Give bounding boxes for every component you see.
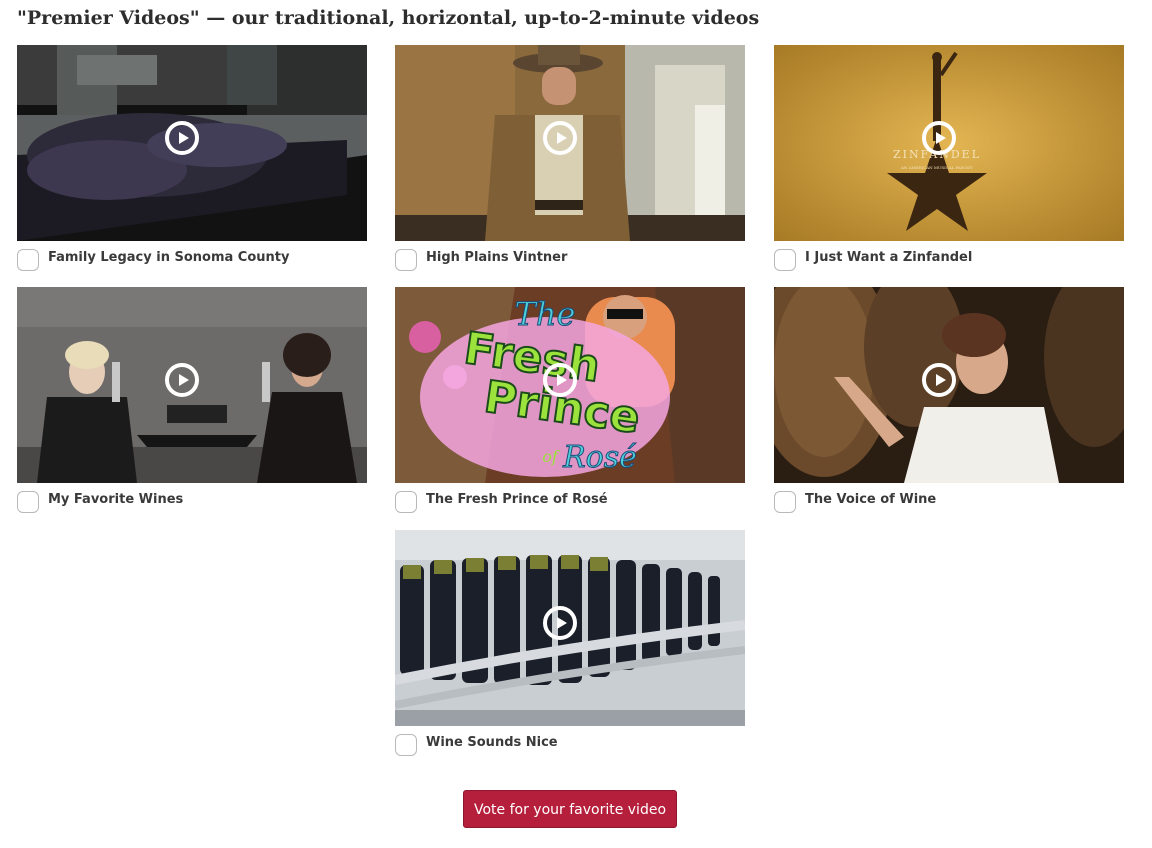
vote-checkbox[interactable]: [395, 734, 417, 756]
video-thumbnail[interactable]: [17, 45, 367, 241]
play-circle-icon[interactable]: [543, 606, 577, 640]
fresh-prince-the: The: [515, 295, 576, 333]
video-title: High Plains Vintner: [426, 250, 568, 265]
vote-checkbox[interactable]: [17, 249, 39, 271]
video-thumbnail[interactable]: [17, 287, 367, 483]
play-circle-icon[interactable]: [922, 121, 956, 155]
video-title: Wine Sounds Nice: [426, 735, 558, 750]
page-title: "Premier Videos" — our traditional, hori…: [17, 7, 760, 29]
video-thumbnail[interactable]: [395, 530, 745, 726]
vote-checkbox[interactable]: [395, 491, 417, 513]
video-title: The Voice of Wine: [805, 492, 937, 507]
video-card-fresh-prince: The Fresh Prince of Rosé The Fresh Princ…: [395, 287, 745, 514]
video-card-my-favorite-wines: My Favorite Wines: [17, 287, 367, 514]
video-title: My Favorite Wines: [48, 492, 184, 507]
vote-checkbox[interactable]: [17, 491, 39, 513]
video-card-high-plains-vintner: High Plains Vintner: [395, 45, 745, 272]
video-card-wine-sounds-nice: Wine Sounds Nice: [395, 530, 745, 757]
zinfandel-subtitle: AN AMERICAN MUSICAL PARODY: [900, 165, 973, 170]
play-circle-icon[interactable]: [543, 363, 577, 397]
vote-button[interactable]: Vote for your favorite video: [463, 790, 677, 828]
video-title: I Just Want a Zinfandel: [805, 250, 973, 265]
video-title: The Fresh Prince of Rosé: [426, 492, 608, 507]
video-thumbnail[interactable]: The Fresh Prince of Rosé: [395, 287, 745, 483]
play-circle-icon[interactable]: [165, 363, 199, 397]
play-circle-icon[interactable]: [543, 121, 577, 155]
fresh-prince-rose: Rosé: [562, 440, 637, 475]
video-thumbnail[interactable]: [395, 45, 745, 241]
video-card-family-legacy: Family Legacy in Sonoma County: [17, 45, 367, 272]
video-card-voice-of-wine: The Voice of Wine: [774, 287, 1124, 514]
vote-checkbox[interactable]: [774, 249, 796, 271]
play-circle-icon[interactable]: [165, 121, 199, 155]
vote-checkbox[interactable]: [774, 491, 796, 513]
video-thumbnail[interactable]: [774, 287, 1124, 483]
video-card-zinfandel: ZINFANDEL AN AMERICAN MUSICAL PARODY I J…: [774, 45, 1124, 272]
video-title: Family Legacy in Sonoma County: [48, 250, 290, 265]
play-circle-icon[interactable]: [922, 363, 956, 397]
vote-checkbox[interactable]: [395, 249, 417, 271]
video-thumbnail[interactable]: ZINFANDEL AN AMERICAN MUSICAL PARODY: [774, 45, 1124, 241]
